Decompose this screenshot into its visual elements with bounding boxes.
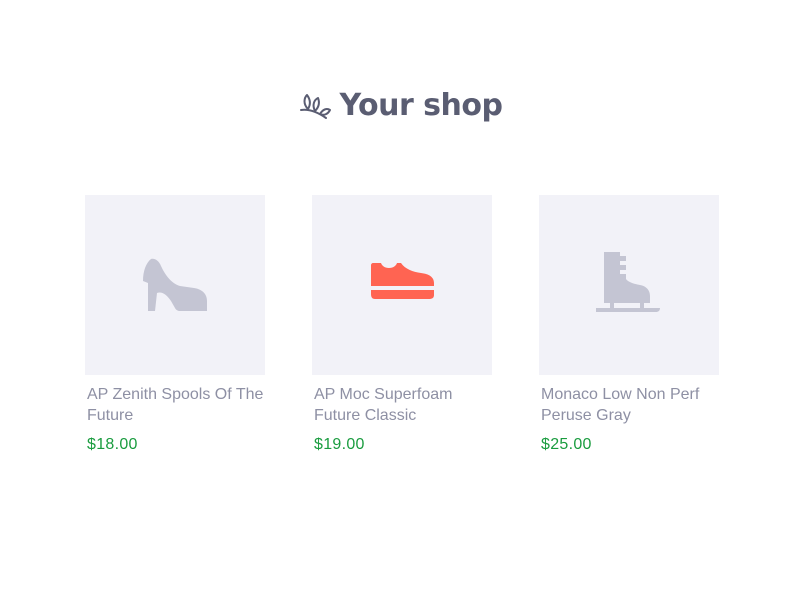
shop-header: Your shop [0, 88, 800, 123]
page-title: Your shop [339, 88, 503, 123]
product-card[interactable]: AP Zenith Spools Of The Future $18.00 [85, 195, 265, 454]
product-price: $18.00 [87, 436, 138, 453]
product-thumbnail[interactable] [539, 195, 719, 375]
sneaker-icon [369, 262, 435, 308]
product-name[interactable]: AP Moc Superfoam Future Classic [312, 384, 492, 426]
product-name[interactable]: AP Zenith Spools Of The Future [85, 384, 265, 426]
product-thumbnail[interactable] [312, 195, 492, 375]
product-price: $19.00 [314, 436, 365, 453]
product-name[interactable]: Monaco Low Non Perf Peruse Gray [539, 384, 719, 426]
product-thumbnail[interactable] [85, 195, 265, 375]
leaf-sprig-icon [298, 89, 332, 123]
product-card[interactable]: AP Moc Superfoam Future Classic $19.00 [312, 195, 492, 454]
product-card[interactable]: Monaco Low Non Perf Peruse Gray $25.00 [539, 195, 719, 454]
ice-skate-icon [596, 251, 662, 319]
high-heel-icon [142, 255, 208, 316]
product-price: $25.00 [541, 436, 592, 453]
shop-page: Your shop AP Zenith Spools Of The Future… [0, 0, 800, 600]
product-grid: AP Zenith Spools Of The Future $18.00 AP… [85, 195, 719, 454]
